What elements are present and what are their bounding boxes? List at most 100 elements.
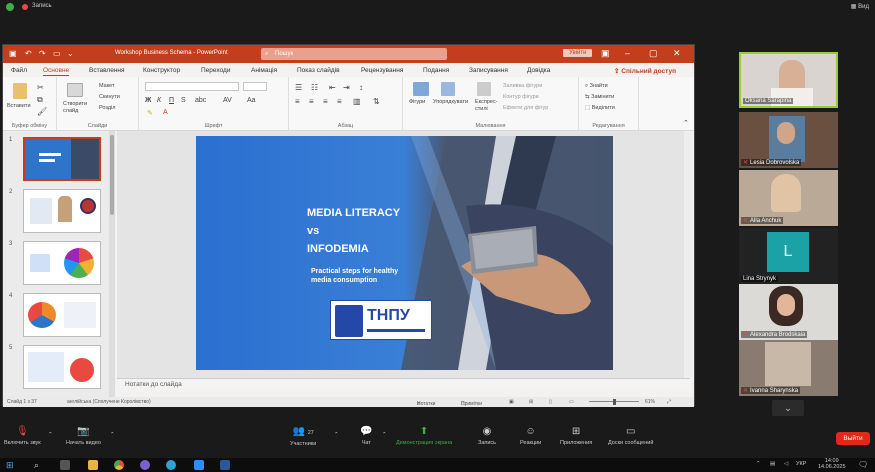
keyboard-language[interactable]: УКР <box>796 461 806 467</box>
notifications-icon[interactable]: 🗨 <box>858 460 868 469</box>
slide-thumbnail-5[interactable] <box>23 345 101 389</box>
slide-sorter-icon[interactable]: ⊞ <box>529 399 533 405</box>
participant-tile[interactable]: ✕ Ivanna Sharynska <box>739 340 838 396</box>
slideshow-view-icon[interactable]: ▭ <box>569 399 574 405</box>
align-right-icon[interactable]: ≡ <box>323 97 328 106</box>
highlight-icon[interactable]: ✎ <box>147 109 153 117</box>
tab-home[interactable]: Основне <box>43 67 70 76</box>
layout-button[interactable]: Макет <box>99 83 115 89</box>
align-center-icon[interactable]: ≡ <box>309 97 314 106</box>
whiteboards-button[interactable]: ▭ Доски сообщений <box>608 426 653 446</box>
slide-thumbnail-4[interactable] <box>23 293 101 337</box>
participant-tile[interactable]: ✕ Alexandra Brodskaia <box>739 284 838 340</box>
leave-meeting-button[interactable]: Выйти <box>836 432 870 445</box>
participants-options-chevron-icon[interactable]: ⌃ <box>334 432 339 438</box>
fit-to-window-icon[interactable]: ⤢ <box>667 399 671 405</box>
maximize-icon[interactable]: ▢ <box>649 48 658 59</box>
task-view-icon[interactable] <box>60 460 70 470</box>
ribbon-display-icon[interactable]: ▣ <box>601 48 610 59</box>
shapes-label[interactable]: Фігури <box>409 99 425 105</box>
shadow-icon[interactable]: S <box>181 97 186 104</box>
start-video-button[interactable]: 📷 Начать видео <box>66 426 101 446</box>
customize-quick-access-icon[interactable]: ⌄ <box>67 49 74 58</box>
format-painter-icon[interactable]: 🖌 <box>37 107 47 116</box>
zoom-app-icon[interactable] <box>194 460 204 470</box>
language-indicator[interactable]: англійська (Сполучене Королівство) <box>67 399 151 405</box>
arrange-label[interactable]: Упорядкувати <box>433 99 468 105</box>
shape-effects-button[interactable]: Ефекти для фігур <box>503 105 548 111</box>
file-explorer-icon[interactable] <box>88 460 98 470</box>
mute-options-chevron-icon[interactable]: ⌃ <box>48 432 53 438</box>
tab-file[interactable]: Файл <box>11 67 27 74</box>
current-slide[interactable]: MEDIA LITERACY vs INFODEMIA Practical st… <box>196 136 613 370</box>
zoom-slider-thumb[interactable] <box>613 399 616 405</box>
case-icon[interactable]: Aa <box>247 97 256 104</box>
underline-icon[interactable]: П <box>169 97 174 104</box>
video-options-chevron-icon[interactable]: ⌃ <box>110 432 115 438</box>
indent-increase-icon[interactable]: ⇥ <box>343 83 350 92</box>
shape-outline-button[interactable]: Контур фігури <box>503 94 539 100</box>
spacing-icon[interactable]: AV <box>223 97 232 104</box>
tab-view[interactable]: Подання <box>423 67 449 74</box>
tab-slideshow[interactable]: Показ слайдів <box>297 67 340 74</box>
arrange-icon[interactable] <box>441 82 455 96</box>
align-left-icon[interactable]: ≡ <box>295 97 300 106</box>
network-icon[interactable]: ▤ <box>770 461 775 467</box>
slide-thumbnail-3[interactable] <box>23 241 101 285</box>
indent-decrease-icon[interactable]: ⇤ <box>329 83 336 92</box>
notes-pane[interactable]: Нотатки до слайда <box>117 378 690 390</box>
viber-icon[interactable] <box>140 460 150 470</box>
reset-button[interactable]: Скинути <box>99 94 120 100</box>
bullets-icon[interactable]: ☰ <box>295 83 302 92</box>
signin-button[interactable]: Увійти <box>563 49 593 57</box>
redo-icon[interactable]: ↷ <box>39 49 46 58</box>
collapse-ribbon-icon[interactable]: ⌃ <box>683 119 689 127</box>
bold-icon[interactable]: Ж <box>145 97 151 104</box>
section-button[interactable]: Розділ <box>99 105 115 111</box>
cut-icon[interactable]: ✂ <box>37 83 44 92</box>
replace-button[interactable]: ⇆ Замінити <box>585 94 614 100</box>
mute-button[interactable]: 🎙 Включить звук <box>4 426 41 446</box>
tab-transitions[interactable]: Переходи <box>201 67 230 74</box>
chrome-icon[interactable] <box>114 460 124 470</box>
participant-tile[interactable]: Oksana Sarapina <box>739 52 838 108</box>
start-slideshow-icon[interactable]: ▭ <box>53 49 61 58</box>
new-slide-label[interactable]: Створити слайд <box>63 101 89 115</box>
quick-styles-icon[interactable] <box>477 82 491 96</box>
shape-fill-button[interactable]: Заливка фігури <box>503 83 542 89</box>
chat-button[interactable]: 💬 Чат <box>360 426 372 446</box>
windows-start-icon[interactable]: ⊞ <box>6 460 16 470</box>
close-icon[interactable]: ✕ <box>673 48 681 59</box>
share-screen-button[interactable]: ⬆ Демонстрация экрана <box>396 426 452 446</box>
font-color-icon[interactable]: A <box>163 109 168 116</box>
slide-vertical-scrollbar[interactable] <box>684 131 692 378</box>
strikethrough-icon[interactable]: abc <box>195 97 206 104</box>
minimize-icon[interactable]: – <box>625 48 630 58</box>
participant-tile[interactable]: ✕ Alla Anchuk <box>739 170 838 226</box>
search-icon[interactable]: ⌕ <box>34 460 44 470</box>
paste-icon[interactable] <box>13 83 27 99</box>
find-button[interactable]: ⌕ Знайти <box>585 83 608 90</box>
tab-review[interactable]: Рецензування <box>361 67 403 74</box>
italic-icon[interactable]: К <box>157 97 161 104</box>
tab-animations[interactable]: Анімація <box>251 67 277 74</box>
autosave-icon[interactable]: ▣ <box>9 49 17 58</box>
tab-recording[interactable]: Записування <box>469 67 508 74</box>
font-name-field[interactable] <box>145 82 239 91</box>
gallery-next-page-button[interactable]: ⌄ <box>772 400 804 416</box>
word-icon[interactable] <box>220 460 230 470</box>
thumbnails-scrollbar[interactable] <box>109 131 115 398</box>
apps-button[interactable]: ⊞ Приложения <box>560 426 592 446</box>
font-size-field[interactable] <box>243 82 267 91</box>
search-input[interactable]: ⌕ Пошук <box>261 48 447 60</box>
tab-help[interactable]: Довідка <box>527 67 550 74</box>
share-button[interactable]: ⇪ Спільний доступ <box>614 67 676 75</box>
telegram-icon[interactable] <box>166 460 176 470</box>
quick-styles-label[interactable]: Експрес-стилі <box>475 99 498 113</box>
justify-icon[interactable]: ≡ <box>337 97 342 106</box>
scrollbar-thumb[interactable] <box>110 135 114 215</box>
shapes-icon[interactable] <box>413 82 429 96</box>
numbering-icon[interactable]: ☷ <box>311 83 318 92</box>
new-slide-icon[interactable] <box>67 83 83 97</box>
security-shield-icon[interactable] <box>6 3 14 11</box>
